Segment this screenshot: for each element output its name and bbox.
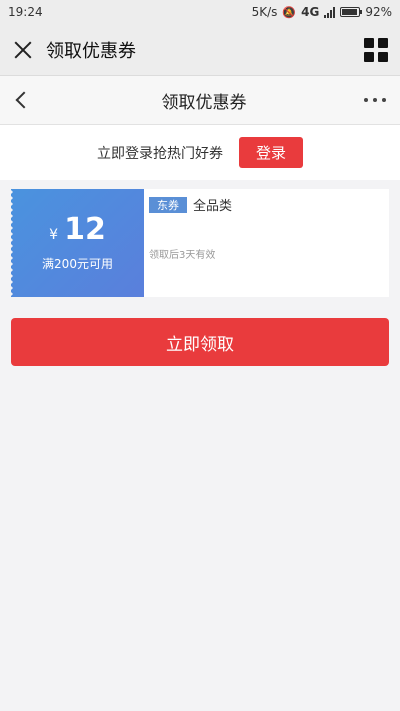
close-icon[interactable] [12,39,34,61]
page-nav-bar: 领取优惠券 [0,76,400,125]
wechat-page-title: 领取优惠券 [46,40,136,62]
network-speed: 5K/s [251,5,278,19]
claim-coupon-button[interactable]: 立即领取 [11,318,389,366]
coupon-tag: 东券 [149,196,187,213]
login-button[interactable]: 登录 [239,137,303,168]
mute-icon: 🔕 [282,5,297,19]
status-time: 19:24 [8,5,43,19]
coupon-scope: 全品类 [193,199,233,214]
back-button[interactable] [14,85,44,115]
network-type: 4G [301,5,320,19]
coupon-validity: 领取后3天有效 [149,250,216,261]
chevron-left-icon [15,91,33,109]
login-prompt: 立即登录抢热门好券 登录 [0,125,400,180]
currency-symbol: ¥ [49,227,59,243]
wechat-title-bar: 领取优惠券 [0,24,400,76]
page-title: 领取优惠券 [161,92,247,113]
battery-icon [340,7,363,17]
status-bar: 19:24 5K/s 🔕 4G 92% [0,0,400,24]
login-prompt-text: 立即登录抢热门好券 [97,145,223,162]
coupon-amount: 12 [64,212,106,247]
coupon-value-panel: ¥ 12 满200元可用 [11,189,144,297]
more-icon[interactable] [364,98,386,102]
battery-percent: 92% [365,5,392,19]
status-indicators: 5K/s 🔕 4G 92% [252,5,392,19]
coupon-details: 东券 全品类 领取后3天有效 [144,189,389,297]
coupon-condition: 满200元可用 [42,257,113,271]
signal-icon [324,6,336,18]
coupon-card: ¥ 12 满200元可用 东券 全品类 领取后3天有效 [11,189,389,297]
grid-icon[interactable] [364,37,388,62]
